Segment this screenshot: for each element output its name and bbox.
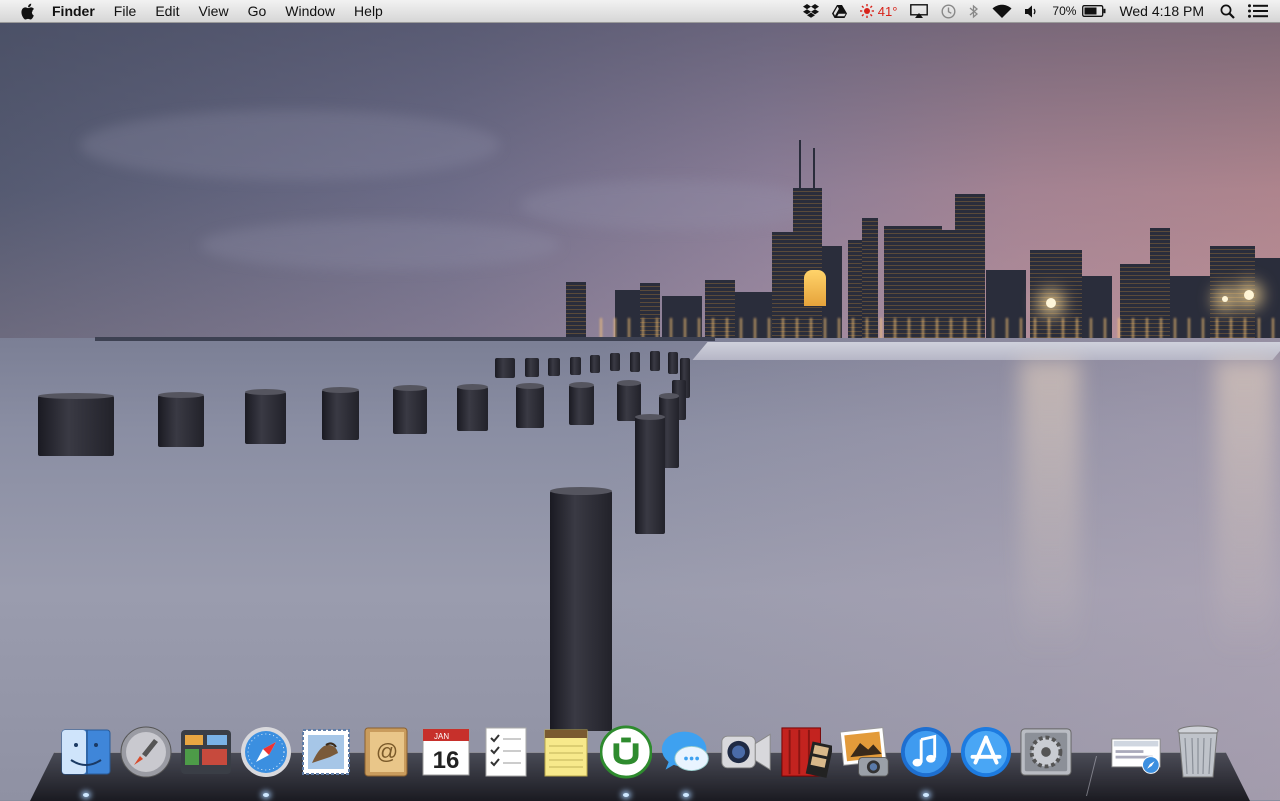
messages-icon: [661, 731, 709, 772]
system-preferences-icon: [1020, 728, 1072, 776]
battery-percent[interactable]: 70%: [1052, 4, 1076, 18]
dock-iphoto[interactable]: [840, 726, 892, 778]
pier-horizon: [95, 337, 715, 341]
dock-utorrent[interactable]: [600, 725, 652, 779]
lit-building: [804, 270, 826, 306]
iphoto-icon: [840, 727, 889, 777]
menubar-clock[interactable]: Wed 4:18 PM: [1119, 3, 1204, 19]
notification-center-icon[interactable]: [1248, 4, 1268, 18]
menu-edit[interactable]: Edit: [155, 3, 179, 19]
svg-text:@: @: [376, 739, 398, 764]
facetime-icon: [721, 733, 771, 771]
mission-control-icon: [181, 730, 231, 774]
apple-menu-icon[interactable]: [18, 2, 36, 20]
utorrent-icon: [600, 725, 652, 779]
launchpad-icon: [120, 726, 172, 778]
spotlight-search-icon[interactable]: [1220, 4, 1235, 19]
dock-photo-booth[interactable]: [780, 726, 832, 778]
calendar-icon: JAN 16: [422, 728, 470, 776]
volume-icon[interactable]: [1025, 5, 1039, 18]
light-flare: [1046, 298, 1056, 308]
dock-messages[interactable]: [660, 726, 712, 778]
safari-icon: [241, 727, 291, 777]
menu-bar: Finder File Edit View Go Window Help 41°: [0, 0, 1280, 23]
cloud: [80, 110, 500, 180]
bluetooth-icon[interactable]: [969, 4, 979, 19]
downloads-stack-icon: [1111, 738, 1161, 774]
mail-icon: [302, 729, 350, 775]
itunes-icon: [900, 726, 952, 778]
menu-file[interactable]: File: [114, 3, 137, 19]
weather-sun-icon[interactable]: [859, 4, 874, 18]
dock-trash[interactable]: [1172, 725, 1224, 778]
photo-booth-icon: [781, 727, 832, 778]
calendar-day: 16: [433, 747, 460, 774]
running-indicator-messages: [683, 793, 689, 797]
calendar-month: JAN: [434, 732, 449, 741]
dock-mission-control[interactable]: [180, 726, 232, 778]
light-reflection: [1020, 360, 1080, 660]
running-indicator-itunes: [923, 793, 929, 797]
dock-system-preferences[interactable]: [1020, 726, 1072, 778]
menu-help[interactable]: Help: [354, 3, 383, 19]
weather-temperature[interactable]: 41°: [878, 4, 898, 19]
desktop-wallpaper: [0, 0, 1280, 800]
snowy-beach: [692, 342, 1280, 360]
dock-facetime[interactable]: [720, 726, 772, 778]
finder-icon: [61, 729, 111, 775]
dock-calendar[interactable]: JAN 16: [420, 726, 472, 778]
app-store-icon: [960, 726, 1012, 778]
dock-mail[interactable]: [300, 726, 352, 778]
dock-safari[interactable]: [240, 726, 292, 778]
menu-window[interactable]: Window: [285, 3, 335, 19]
dock-downloads-stack[interactable]: [1110, 726, 1162, 778]
light-reflection: [1215, 360, 1275, 660]
menu-go[interactable]: Go: [248, 3, 267, 19]
contacts-icon: @: [364, 727, 408, 777]
dock: @ JAN 16: [0, 725, 1280, 786]
dropbox-icon[interactable]: [802, 4, 819, 18]
wifi-icon[interactable]: [992, 4, 1012, 18]
menu-view[interactable]: View: [198, 3, 228, 19]
dock-notes[interactable]: [540, 726, 592, 778]
dock-reminders[interactable]: [480, 726, 532, 778]
airplay-icon[interactable]: [910, 4, 929, 18]
dock-contacts[interactable]: @: [360, 726, 412, 778]
dock-itunes[interactable]: [900, 726, 952, 778]
dock-launchpad[interactable]: [120, 726, 172, 778]
dock-finder[interactable]: [60, 726, 112, 778]
cloud: [200, 220, 560, 270]
notes-icon: [544, 729, 588, 777]
app-menu-finder[interactable]: Finder: [52, 3, 95, 19]
running-indicator-safari: [263, 793, 269, 797]
cloud: [520, 180, 820, 230]
light-flare: [1244, 290, 1254, 300]
reminders-icon: [485, 727, 527, 777]
time-machine-icon[interactable]: [941, 3, 956, 19]
google-drive-icon[interactable]: [831, 4, 847, 18]
light-flare: [1222, 296, 1228, 302]
running-indicator-finder: [83, 793, 89, 797]
battery-icon[interactable]: [1082, 5, 1106, 17]
running-indicator-utorrent: [623, 793, 629, 797]
dock-app-store[interactable]: [960, 726, 1012, 778]
trash-icon: [1177, 725, 1219, 778]
